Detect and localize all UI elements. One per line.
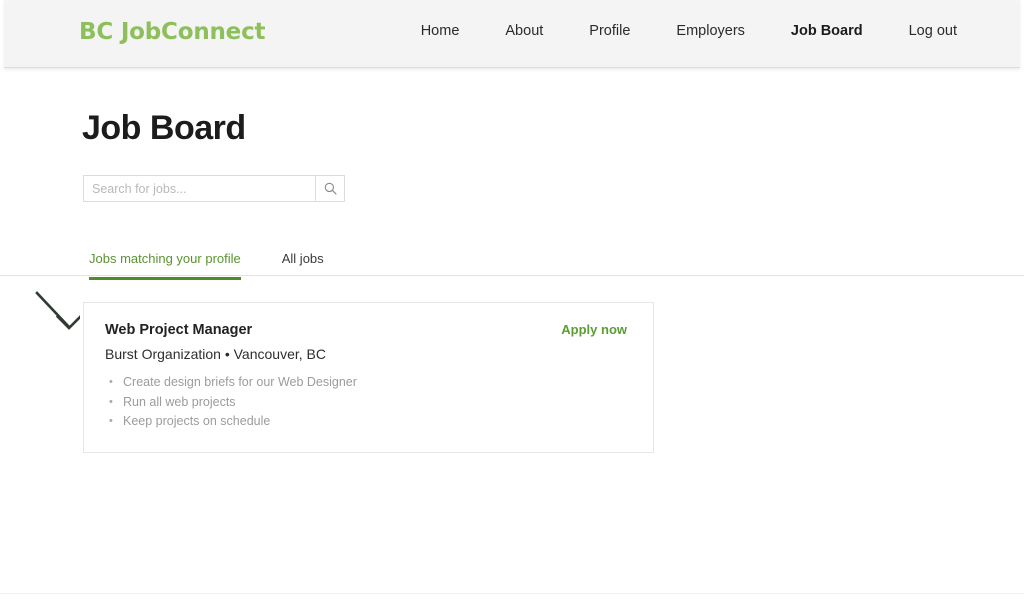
job-responsibility-item: Keep projects on schedule [105, 412, 633, 432]
brand-logo-text: BC JobConnect [79, 19, 266, 45]
site-header: BC JobConnect Home About Profile Employe… [4, 0, 1020, 68]
job-company-location: Burst Organization • Vancouver, BC [105, 346, 326, 362]
nav-item-log-out[interactable]: Log out [886, 21, 980, 41]
annotation-arrow-icon [28, 284, 83, 338]
tabs-bar: Jobs matching your profile All jobs [0, 243, 1024, 280]
brand-logo[interactable]: BC JobConnect [79, 19, 265, 45]
job-title: Web Project Manager [105, 322, 253, 338]
search-bar [83, 175, 345, 202]
job-list: Web Project Manager Burst Organization •… [83, 302, 654, 453]
job-responsibility-item: Run all web projects [105, 393, 633, 413]
nav-item-about[interactable]: About [482, 21, 566, 41]
page-bottom-edge [0, 593, 1024, 602]
main-navigation: Home About Profile Employers Job Board L… [398, 21, 980, 41]
nav-item-home[interactable]: Home [398, 21, 483, 41]
search-input[interactable] [84, 176, 315, 201]
job-responsibility-item: Create design briefs for our Web Designe… [105, 373, 633, 393]
search-icon [324, 182, 337, 195]
job-card[interactable]: Web Project Manager Burst Organization •… [83, 302, 654, 453]
page-title: Job Board [82, 109, 246, 147]
tab-jobs-matching-your-profile[interactable]: Jobs matching your profile [89, 243, 241, 280]
nav-item-job-board[interactable]: Job Board [768, 21, 886, 41]
app-page: BC JobConnect Home About Profile Employe… [0, 0, 1024, 602]
search-submit-button[interactable] [315, 176, 344, 201]
tab-list: Jobs matching your profile All jobs [89, 243, 365, 280]
nav-item-employers[interactable]: Employers [653, 21, 768, 41]
job-responsibilities-list: Create design briefs for our Web Designe… [105, 373, 633, 432]
tab-all-jobs[interactable]: All jobs [282, 243, 324, 280]
nav-item-profile[interactable]: Profile [566, 21, 653, 41]
apply-now-link[interactable]: Apply now [561, 322, 627, 337]
